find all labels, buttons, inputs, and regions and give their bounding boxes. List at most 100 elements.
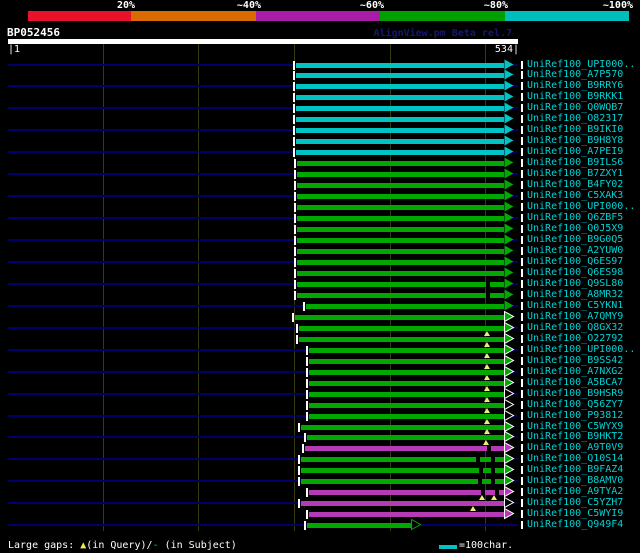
identity-scale-label: ~40%	[236, 0, 261, 11]
alignment-bar	[296, 139, 504, 144]
subject-gap-marker	[486, 293, 490, 298]
query-end-tick	[521, 521, 523, 529]
query-end-tick	[521, 236, 523, 244]
subject-gap-marker	[486, 282, 490, 287]
ruler-end-label: 534|	[494, 44, 519, 55]
alignment-bar	[297, 260, 504, 265]
identity-scale-label: ~60%	[359, 0, 384, 11]
query-end-tick	[521, 412, 523, 420]
query-gap-marker	[479, 495, 485, 500]
identity-scale-label: 20%	[116, 0, 135, 11]
query-start-tick	[306, 368, 308, 377]
query-end-tick	[521, 499, 523, 507]
query-gap-marker	[484, 342, 490, 347]
query-end-tick	[521, 477, 523, 485]
identity-scale-label: ~80%	[483, 0, 508, 11]
alignment-bar	[301, 457, 504, 462]
query-end-tick	[521, 192, 523, 200]
query-end-tick	[521, 104, 523, 112]
alignment-bar	[297, 216, 504, 221]
query-start-tick	[304, 521, 306, 530]
alignment-bar	[307, 523, 411, 528]
query-end-tick	[521, 444, 523, 452]
alignment-bar	[299, 337, 504, 342]
query-gap-marker	[484, 386, 490, 391]
alignment-bar	[309, 403, 504, 408]
query-start-tick	[293, 71, 295, 80]
query-start-tick	[306, 390, 308, 399]
alignment-bar	[309, 348, 504, 353]
query-end-tick	[521, 379, 523, 387]
subject-gap-marker	[478, 479, 482, 484]
query-end-tick	[521, 324, 523, 332]
query-gap-marker	[484, 408, 490, 413]
alignment-bar	[297, 205, 504, 210]
alignment-bar	[309, 359, 504, 364]
alignment-bar	[306, 304, 504, 309]
query-end-tick	[521, 466, 523, 474]
subject-gap-marker	[487, 446, 491, 451]
query-end-tick	[521, 71, 523, 79]
query-gap-marker	[470, 506, 476, 511]
subject-gap-marker	[491, 479, 495, 484]
query-end-tick	[521, 335, 523, 343]
subject-gap-marker	[491, 457, 495, 462]
identity-scale-segment	[131, 11, 256, 21]
query-start-tick	[298, 499, 300, 508]
query-end-tick	[521, 455, 523, 463]
alignment-bar	[297, 238, 504, 243]
query-gap-marker	[484, 375, 490, 380]
query-end-tick	[521, 181, 523, 189]
query-end-tick	[521, 82, 523, 90]
hit-arrowhead-icon	[411, 519, 422, 531]
gap-legend: Large gaps: ▲(in Query)/- (in Subject)	[8, 540, 237, 552]
query-gap-marker	[484, 429, 490, 434]
query-end-tick	[521, 423, 523, 431]
query-end-tick	[521, 433, 523, 441]
query-start-tick	[298, 423, 300, 432]
query-start-tick	[293, 148, 295, 157]
query-start-tick	[294, 236, 296, 245]
query-end-tick	[521, 346, 523, 354]
query-end-tick	[521, 401, 523, 409]
query-start-tick	[294, 214, 296, 223]
alignment-bar	[297, 271, 504, 276]
query-start-tick	[302, 444, 304, 453]
query-start-tick	[293, 61, 295, 70]
query-end-tick	[521, 313, 523, 321]
query-start-tick	[306, 357, 308, 366]
alignment-bar	[307, 435, 504, 440]
alignment-bar	[297, 227, 504, 232]
query-start-tick	[293, 126, 295, 135]
query-end-tick	[521, 390, 523, 398]
query-gap-marker	[484, 353, 490, 358]
alignment-bar	[309, 392, 504, 397]
hit-accession[interactable]: UniRef100_Q949F4	[527, 519, 623, 531]
query-end-tick	[521, 269, 523, 277]
query-end-tick	[521, 280, 523, 288]
alignment-bar	[296, 73, 504, 78]
hit-arrowhead-icon	[504, 508, 515, 520]
query-end-tick	[521, 126, 523, 134]
alignment-bar	[309, 490, 504, 495]
query-start-tick	[293, 137, 295, 146]
query-start-tick	[294, 170, 296, 179]
query-title: BP052456	[7, 26, 60, 39]
alignment-bar	[297, 293, 504, 298]
query-gap-marker	[484, 364, 490, 369]
query-gap-marker	[484, 419, 490, 424]
query-start-tick	[298, 466, 300, 475]
query-start-tick	[306, 379, 308, 388]
alignment-bar	[309, 512, 504, 517]
subject-gap-marker	[476, 457, 480, 462]
query-end-tick	[521, 61, 523, 69]
alignment-bar	[296, 63, 504, 68]
query-start-tick	[296, 335, 298, 344]
query-start-tick	[306, 412, 308, 421]
query-end-tick	[521, 137, 523, 145]
query-start-tick	[293, 93, 295, 102]
alignment-bar	[305, 446, 504, 451]
alignment-bar	[296, 150, 504, 155]
gap-legend-part: (in Query)/	[86, 540, 153, 551]
subject-gap-marker	[491, 468, 495, 473]
